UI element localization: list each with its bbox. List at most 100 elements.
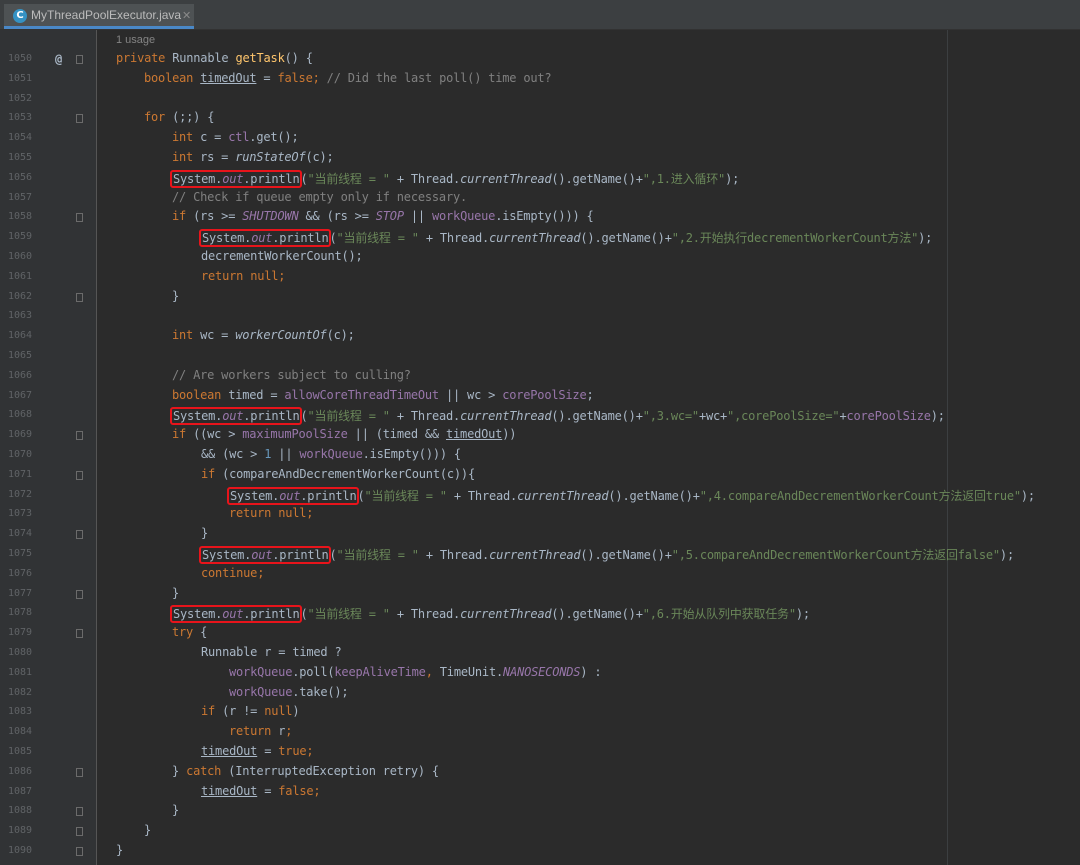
line-number: 1051 bbox=[8, 72, 33, 84]
code-line: 1089 } bbox=[0, 822, 1080, 842]
code-text: return null; bbox=[201, 268, 286, 283]
println-highlight-box: System.out.println bbox=[199, 229, 332, 248]
line-number: 1081 bbox=[8, 666, 33, 678]
fold-icon[interactable] bbox=[76, 847, 83, 856]
code-text: if (compareAndDecrementWorkerCount(c)){ bbox=[201, 466, 475, 481]
line-number: 1063 bbox=[8, 310, 33, 322]
code-line: 1053 for (;;) { bbox=[0, 109, 1080, 129]
code-text: int rs = runStateOf(c); bbox=[172, 150, 334, 164]
fold-icon[interactable] bbox=[76, 55, 83, 64]
line-number: 1067 bbox=[8, 389, 33, 401]
line-number: 1072 bbox=[8, 488, 33, 500]
line-number: 1055 bbox=[8, 152, 33, 163]
usage-hint[interactable]: 1 usage bbox=[116, 34, 155, 46]
line-number: 1076 bbox=[8, 567, 33, 579]
code-text: boolean timed = allowCoreThreadTimeOut |… bbox=[172, 387, 594, 402]
code-text: try { bbox=[172, 625, 208, 640]
line-number: 1066 bbox=[8, 369, 33, 381]
code-line: 1071 if (compareAndDecrementWorkerCount(… bbox=[0, 466, 1080, 486]
code-text: timedOut = false; bbox=[201, 783, 321, 798]
code-line: 1073 return null; bbox=[0, 505, 1080, 525]
fold-icon[interactable] bbox=[76, 807, 83, 817]
line-number: 1083 bbox=[8, 706, 33, 718]
fold-icon[interactable] bbox=[76, 767, 83, 777]
tab-mythreadpoolexecutor[interactable]: C MyThreadPoolExecutor.java ✕ bbox=[4, 4, 194, 29]
fold-icon[interactable] bbox=[76, 431, 83, 441]
code-text: } bbox=[144, 823, 152, 838]
fold-icon[interactable] bbox=[76, 589, 83, 599]
line-number: 1077 bbox=[8, 587, 33, 599]
code-line: 1074 } bbox=[0, 525, 1080, 545]
code-text: continue; bbox=[201, 565, 265, 580]
code-line: 1086 } catch (InterruptedException retry… bbox=[0, 763, 1080, 783]
code-comment: // Check if queue empty only if necessar… bbox=[172, 189, 468, 204]
line-number: 1057 bbox=[8, 191, 33, 203]
line-number: 1050 bbox=[8, 53, 33, 64]
fold-icon[interactable] bbox=[76, 530, 83, 540]
line-number: 1089 bbox=[8, 825, 33, 837]
code-line: 1056 System.out.println("当前线程 = " + Thre… bbox=[0, 169, 1080, 189]
line-number: 1053 bbox=[8, 112, 33, 124]
code-text: boolean timedOut = false; // Did the las… bbox=[144, 70, 552, 85]
close-icon[interactable]: ✕ bbox=[182, 9, 191, 22]
code-text: } bbox=[172, 585, 180, 600]
code-text: int wc = workerCountOf(c); bbox=[172, 328, 355, 343]
line-number: 1068 bbox=[8, 409, 33, 421]
line-number: 1090 bbox=[8, 845, 33, 856]
code-line: 1082 workQueue.take(); bbox=[0, 684, 1080, 704]
code-text: } catch (InterruptedException retry) { bbox=[172, 763, 439, 778]
code-text: int c = ctl.get(); bbox=[172, 130, 299, 145]
code-line: 1070 && (wc > 1 || workQueue.isEmpty()))… bbox=[0, 446, 1080, 466]
line-number: 1056 bbox=[8, 171, 33, 183]
code-text: decrementWorkerCount(); bbox=[201, 249, 363, 263]
code-text: System.out.println("当前线程 = " + Thread.cu… bbox=[170, 407, 945, 426]
editor-tab-bar: C MyThreadPoolExecutor.java ✕ bbox=[0, 0, 1080, 30]
println-highlight-box: System.out.println bbox=[227, 486, 360, 505]
code-line: 1080 Runnable r = timed ? bbox=[0, 644, 1080, 664]
code-text: return null; bbox=[229, 506, 314, 521]
code-line: 1055 int rs = runStateOf(c); bbox=[0, 149, 1080, 169]
code-line: 1051 boolean timedOut = false; // Did th… bbox=[0, 70, 1080, 90]
fold-icon[interactable] bbox=[76, 827, 83, 837]
line-number: 1085 bbox=[8, 746, 33, 757]
java-class-icon: C bbox=[13, 9, 27, 23]
code-text: workQueue.poll(keepAliveTime, TimeUnit.N… bbox=[229, 664, 602, 679]
code-text: } bbox=[201, 526, 209, 541]
code-line: 1062 } bbox=[0, 288, 1080, 308]
tab-title: MyThreadPoolExecutor.java bbox=[31, 8, 182, 22]
code-line: 1076 continue; bbox=[0, 565, 1080, 585]
code-text: workQueue.take(); bbox=[229, 684, 349, 699]
fold-icon[interactable] bbox=[76, 629, 83, 639]
override-marker-icon[interactable]: @ bbox=[55, 52, 62, 66]
line-number: 1079 bbox=[8, 627, 33, 639]
println-highlight-box: System.out.println bbox=[170, 605, 303, 624]
println-highlight-box: System.out.println bbox=[199, 546, 332, 564]
code-text: Runnable r = timed ? bbox=[201, 645, 342, 659]
code-line: 1067 boolean timed = allowCoreThreadTime… bbox=[0, 387, 1080, 407]
code-line: 1084 return r; bbox=[0, 723, 1080, 743]
code-text: System.out.println("当前线程 = " + Thread.cu… bbox=[199, 229, 932, 248]
code-text: && (wc > 1 || workQueue.isEmpty())) { bbox=[201, 447, 461, 461]
code-line: 1058 if (rs >= SHUTDOWN && (rs >= STOP |… bbox=[0, 208, 1080, 228]
line-number: 1062 bbox=[8, 290, 33, 302]
line-number: 1080 bbox=[8, 647, 33, 658]
code-editor[interactable]: 1 usage 1050 @ private Runnable getTask(… bbox=[0, 30, 1080, 865]
fold-icon[interactable] bbox=[76, 292, 83, 302]
code-line: 1065 bbox=[0, 347, 1080, 367]
line-number: 1075 bbox=[8, 548, 33, 559]
fold-icon[interactable] bbox=[76, 114, 83, 124]
code-line: 1088 } bbox=[0, 802, 1080, 822]
line-number: 1061 bbox=[8, 270, 33, 282]
code-text: } bbox=[116, 843, 124, 857]
line-number: 1069 bbox=[8, 429, 33, 441]
fold-icon[interactable] bbox=[76, 470, 83, 480]
code-text: timedOut = true; bbox=[201, 744, 314, 758]
code-line: 1087 timedOut = false; bbox=[0, 783, 1080, 803]
code-text: return r; bbox=[229, 724, 293, 739]
code-text: } bbox=[172, 288, 180, 303]
fold-icon[interactable] bbox=[76, 213, 83, 223]
code-text: if ((wc > maximumPoolSize || (timed && t… bbox=[172, 427, 517, 442]
code-line: 1072 System.out.println("当前线程 = " + Thre… bbox=[0, 486, 1080, 506]
code-line: 1064 int wc = workerCountOf(c); bbox=[0, 327, 1080, 347]
line-number: 1087 bbox=[8, 785, 33, 797]
